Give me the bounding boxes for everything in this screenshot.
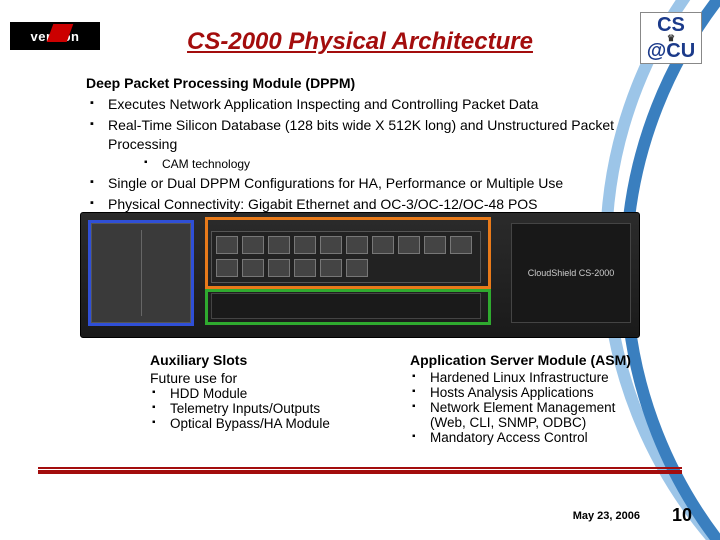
aux-heading: Auxiliary Slots (150, 352, 390, 368)
asm-item: Mandatory Access Control (410, 430, 650, 445)
device-photo: CloudShield CS-2000 (80, 212, 640, 338)
dppm-item: Single or Dual DPPM Configurations for H… (86, 174, 646, 193)
asm-column: Application Server Module (ASM) Hardened… (410, 352, 650, 445)
dppm-heading: Deep Packet Processing Module (DPPM) (86, 74, 646, 93)
asm-item: Hosts Analysis Applications (410, 385, 650, 400)
asm-item: Network Element Management (Web, CLI, SN… (410, 400, 650, 430)
aux-item: Telemetry Inputs/Outputs (150, 401, 390, 416)
lower-columns: Auxiliary Slots Future use for HDD Modul… (150, 352, 650, 445)
slide: verizon CS ♛ @CU CS-2000 Physical Archit… (0, 0, 720, 540)
dppm-item: Real-Time Silicon Database (128 bits wid… (86, 116, 646, 172)
dppm-item: Executes Network Application Inspecting … (86, 95, 646, 114)
dppm-item: Physical Connectivity: Gigabit Ethernet … (86, 195, 646, 214)
asm-heading: Application Server Module (ASM) (410, 352, 650, 368)
dppm-item-text: Real-Time Silicon Database (128 bits wid… (108, 117, 614, 152)
aux-list: HDD Module Telemetry Inputs/Outputs Opti… (150, 386, 390, 431)
dppm-sublist: CAM technology (108, 156, 646, 172)
footer-divider (38, 470, 682, 474)
asm-list: Hardened Linux Infrastructure Hosts Anal… (410, 370, 650, 445)
dppm-list: Executes Network Application Inspecting … (86, 95, 646, 214)
footer-date: May 23, 2006 (573, 510, 640, 522)
page-number: 10 (672, 505, 692, 526)
device-brand-panel: CloudShield CS-2000 (511, 223, 631, 323)
device-label: CloudShield CS-2000 (528, 268, 615, 278)
aux-item: HDD Module (150, 386, 390, 401)
dppm-subitem: CAM technology (142, 156, 646, 172)
slide-title: CS-2000 Physical Architecture (0, 28, 720, 56)
aux-subheading: Future use for (150, 370, 390, 386)
aux-item: Optical Bypass/HA Module (150, 416, 390, 431)
highlight-aux-slots (88, 220, 194, 326)
highlight-asm (205, 289, 491, 325)
highlight-dppm (205, 217, 491, 289)
dppm-section: Deep Packet Processing Module (DPPM) Exe… (86, 74, 646, 216)
asm-item: Hardened Linux Infrastructure (410, 370, 650, 385)
aux-column: Auxiliary Slots Future use for HDD Modul… (150, 352, 390, 445)
